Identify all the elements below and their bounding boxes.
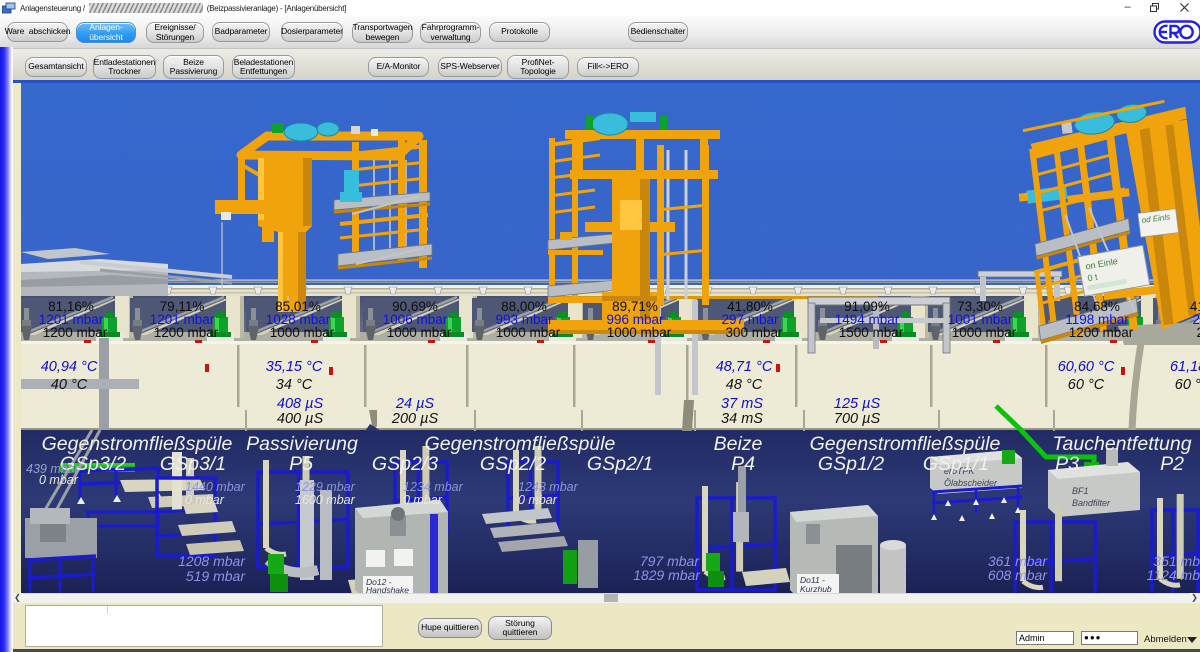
svg-text:Gegenstromfließspüle: Gegenstromfließspüle bbox=[42, 433, 233, 455]
svg-text:37 mS: 37 mS bbox=[721, 396, 763, 412]
svg-text:0 mbar: 0 mbar bbox=[185, 493, 225, 507]
svg-text:GSp2/1: GSp2/1 bbox=[587, 453, 653, 475]
svg-text:60 °C: 60 °C bbox=[1068, 377, 1105, 393]
svg-text:1500 mbar: 1500 mbar bbox=[839, 325, 904, 340]
svg-text:0 mbar: 0 mbar bbox=[39, 473, 79, 487]
svg-text:GSp2/2: GSp2/2 bbox=[480, 453, 546, 475]
svg-text:GSp3/1: GSp3/1 bbox=[160, 453, 226, 475]
svg-text:519 mbar: 519 mbar bbox=[186, 568, 246, 584]
svg-text:125 µS: 125 µS bbox=[834, 396, 881, 412]
svg-text:1000 mbar: 1000 mbar bbox=[387, 325, 452, 340]
svg-text:Ölabscheider: Ölabscheider bbox=[944, 478, 998, 488]
svg-text:1000 mbar: 1000 mbar bbox=[952, 325, 1017, 340]
svg-text:34 °C: 34 °C bbox=[276, 377, 313, 393]
svg-text:200 µS: 200 µS bbox=[391, 411, 439, 427]
svg-text:P2: P2 bbox=[1160, 453, 1184, 475]
svg-text:1829 mbar: 1829 mbar bbox=[633, 567, 701, 583]
svg-text:700 µS: 700 µS bbox=[834, 411, 881, 427]
svg-text:1000 mbar: 1000 mbar bbox=[270, 325, 335, 340]
svg-text:P3: P3 bbox=[1055, 453, 1079, 475]
svg-text:35,15 °C: 35,15 °C bbox=[266, 359, 323, 375]
svg-text:0 mbar: 0 mbar bbox=[403, 493, 443, 507]
svg-text:60 °C: 60 °C bbox=[1175, 377, 1200, 393]
svg-text:400 µS: 400 µS bbox=[277, 411, 324, 427]
svg-text:1234 mbar: 1234 mbar bbox=[403, 480, 464, 494]
svg-text:1243 mbar: 1243 mbar bbox=[518, 480, 579, 494]
svg-text:1000 mbar: 1000 mbar bbox=[496, 325, 561, 340]
svg-text:40 °C: 40 °C bbox=[51, 377, 88, 393]
svg-text:1000 mbar: 1000 mbar bbox=[607, 325, 672, 340]
svg-text:300 mbar: 300 mbar bbox=[725, 325, 783, 340]
svg-text:Bandfilter: Bandfilter bbox=[1072, 498, 1111, 508]
svg-text:60,60 °C: 60,60 °C bbox=[1058, 359, 1115, 375]
svg-text:Beize: Beize bbox=[714, 433, 763, 455]
svg-text:1208 mbar: 1208 mbar bbox=[178, 553, 246, 569]
svg-text:1124 mb: 1124 mb bbox=[1147, 567, 1200, 583]
svg-text:408 µS: 408 µS bbox=[277, 396, 324, 412]
svg-text:48,71 °C: 48,71 °C bbox=[716, 359, 773, 375]
svg-text:1200 mbar: 1200 mbar bbox=[154, 325, 219, 340]
svg-text:34 mS: 34 mS bbox=[721, 411, 763, 427]
svg-text:1200 mbar: 1200 mbar bbox=[43, 325, 108, 340]
svg-text:40,94 °C: 40,94 °C bbox=[41, 359, 98, 375]
svg-text:P5: P5 bbox=[289, 453, 313, 475]
svg-text:61,18 °: 61,18 ° bbox=[1170, 359, 1200, 375]
svg-text:Gegenstromfließspüle: Gegenstromfließspüle bbox=[425, 433, 616, 455]
svg-text:GSp2/3: GSp2/3 bbox=[372, 453, 438, 475]
svg-text:Tauchentfettung: Tauchentfettung bbox=[1052, 433, 1191, 455]
svg-text:250 mbar: 250 mbar bbox=[1196, 325, 1200, 340]
svg-text:GSp1/1: GSp1/1 bbox=[923, 453, 989, 475]
svg-text:1440 mbar: 1440 mbar bbox=[185, 480, 246, 494]
svg-text:24 µS: 24 µS bbox=[395, 396, 435, 412]
svg-text:P4: P4 bbox=[731, 453, 755, 475]
svg-text:608 mbar: 608 mbar bbox=[988, 567, 1048, 583]
svg-text:Gegenstromfließspüle: Gegenstromfließspüle bbox=[810, 433, 1001, 455]
svg-text:1600 mbar: 1600 mbar bbox=[295, 493, 356, 507]
svg-text:1229 mbar: 1229 mbar bbox=[295, 480, 356, 494]
svg-text:BF1: BF1 bbox=[1072, 486, 1089, 496]
svg-text:Passivierung: Passivierung bbox=[246, 433, 358, 455]
svg-text:1200 mbar: 1200 mbar bbox=[1069, 325, 1134, 340]
svg-text:48 °C: 48 °C bbox=[726, 377, 763, 393]
svg-text:0 mbar: 0 mbar bbox=[518, 493, 558, 507]
svg-text:GSp1/2: GSp1/2 bbox=[818, 453, 884, 475]
